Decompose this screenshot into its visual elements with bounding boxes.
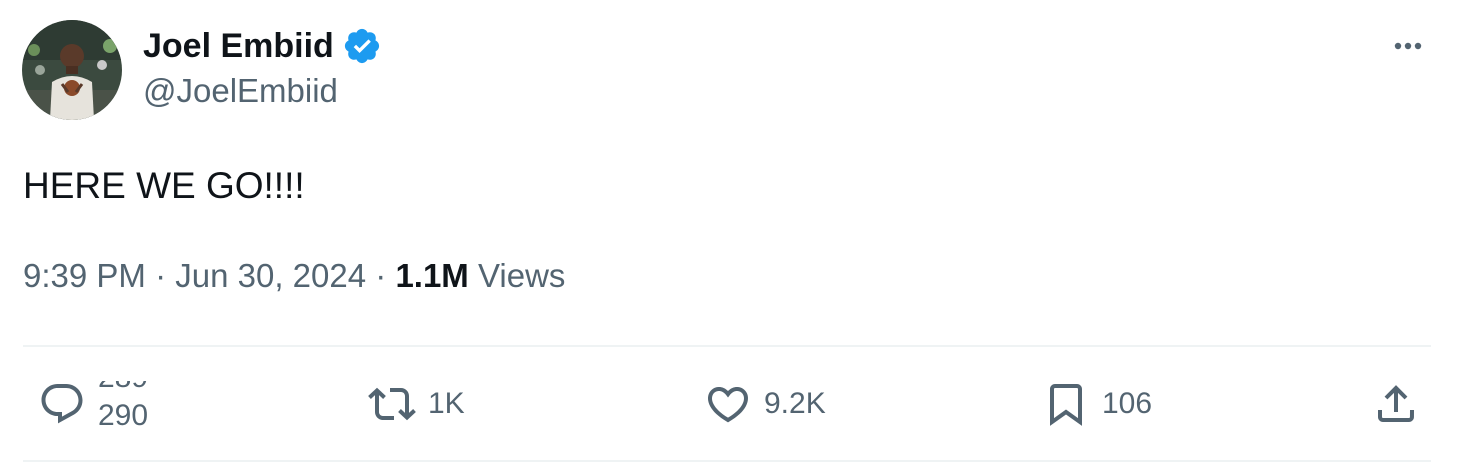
share-button[interactable] — [1370, 347, 1422, 460]
retweet-count: 1K — [428, 386, 465, 420]
divider-bottom — [23, 460, 1431, 462]
bookmark-count: 106 — [1102, 386, 1153, 420]
like-button[interactable]: 9.2K — [702, 347, 826, 460]
avatar[interactable] — [22, 20, 122, 120]
verified-badge-icon[interactable] — [342, 26, 382, 66]
reply-count-old: 289 — [98, 381, 148, 395]
like-count: 9.2K — [764, 386, 826, 420]
tweet-date[interactable]: Jun 30, 2024 — [175, 257, 366, 294]
meta-separator: · — [155, 257, 167, 294]
tweet-meta: 9:39 PM · Jun 30, 2024 · 1.1M Views — [23, 257, 566, 294]
meta-separator-2: · — [375, 257, 387, 294]
tweet-time[interactable]: 9:39 PM — [23, 257, 146, 294]
author-handle[interactable]: @JoelEmbiid — [143, 74, 338, 107]
reply-count-new: 290 — [98, 398, 149, 427]
bookmark-icon — [1050, 383, 1082, 426]
bookmark-button[interactable]: 106 — [1040, 347, 1152, 460]
reply-bubble-icon — [41, 383, 83, 423]
more-horizontal-icon — [1394, 42, 1422, 50]
retweet-arrows-icon — [368, 387, 416, 420]
heart-icon — [707, 386, 749, 422]
views-label: Views — [477, 257, 566, 294]
tweet-text: HERE WE GO!!!! — [23, 165, 305, 206]
more-options-button[interactable] — [1386, 26, 1430, 66]
author-name-row: Joel Embiid — [143, 24, 382, 68]
tweet-card: Joel Embiid @JoelEmbiid HERE WE GO!!!! 9… — [0, 0, 1460, 465]
share-upload-icon — [1378, 384, 1414, 422]
author-display-name[interactable]: Joel Embiid — [143, 29, 334, 63]
reply-button[interactable]: 289 290 — [36, 347, 168, 460]
action-bar: 289 290 1K 9.2K 106 — [0, 347, 1460, 460]
views-count: 1.1M — [395, 257, 469, 294]
retweet-button[interactable]: 1K — [366, 347, 465, 460]
reply-count: 289 290 — [98, 381, 168, 427]
avatar-image — [22, 20, 122, 120]
